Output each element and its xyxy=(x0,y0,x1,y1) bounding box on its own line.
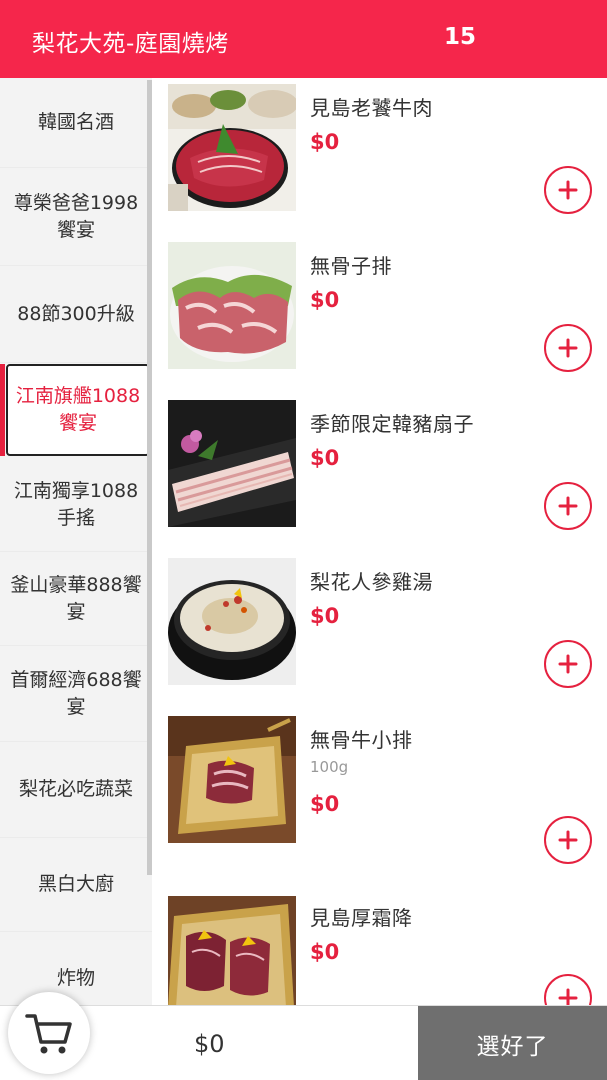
add-to-cart-button[interactable] xyxy=(544,166,592,214)
product-name: 季節限定韓豬扇子 xyxy=(310,412,474,436)
product-item[interactable]: 季節限定韓豬扇子 $0 xyxy=(152,394,607,552)
product-name: 見島老饕牛肉 xyxy=(310,96,433,120)
add-to-cart-button[interactable] xyxy=(544,482,592,530)
product-item[interactable]: 無骨牛小排 100g $0 xyxy=(152,710,607,888)
product-price: $0 xyxy=(310,604,340,628)
product-unit: 100g xyxy=(310,758,349,776)
plus-icon xyxy=(558,496,578,516)
restaurant-title: 梨花大苑-庭園燒烤 xyxy=(32,31,229,57)
cart-icon xyxy=(25,1014,72,1054)
ginseng-chicken-soup-photo xyxy=(168,558,296,685)
category-item[interactable]: 首爾經濟688饗宴 xyxy=(0,646,152,742)
product-name: 梨花人參雞湯 xyxy=(310,570,433,594)
plus-icon xyxy=(558,338,578,358)
category-item[interactable]: 尊榮爸爸1998饗宴 xyxy=(0,168,152,266)
plus-icon xyxy=(558,654,578,674)
boneless-short-rib-photo xyxy=(168,242,296,369)
plus-icon xyxy=(558,180,578,200)
category-label: 韓國名酒 xyxy=(37,111,114,133)
product-name: 無骨子排 xyxy=(310,254,392,278)
category-label: 黑白大廚 xyxy=(37,873,114,895)
product-price: $0 xyxy=(310,940,340,964)
product-price: $0 xyxy=(310,792,340,816)
category-label: 江南獨享1088手搖 xyxy=(13,479,139,529)
category-item[interactable]: 韓國名酒 xyxy=(0,78,152,168)
product-price: $0 xyxy=(310,130,340,154)
product-price: $0 xyxy=(310,446,340,470)
category-label: 梨花必吃蔬菜 xyxy=(18,778,133,800)
thick-marbled-beef-photo xyxy=(168,896,296,1005)
add-to-cart-button[interactable] xyxy=(544,640,592,688)
cart-total: $0 xyxy=(194,1030,225,1058)
active-category-marker xyxy=(0,364,5,456)
boneless-beef-rib-photo xyxy=(168,716,296,843)
pork-fan-slices-photo xyxy=(168,400,296,527)
product-item[interactable]: 梨花人參雞湯 $0 xyxy=(152,552,607,710)
category-sidebar[interactable]: 韓國名酒 尊榮爸爸1998饗宴 88節300升級 江南旗艦1088饗宴 江南獨享… xyxy=(0,78,152,1005)
category-label: 88節300升級 xyxy=(17,302,135,325)
top-bar: 梨花大苑-庭園燒烤 15 xyxy=(0,0,607,78)
category-item[interactable]: 梨花必吃蔬菜 xyxy=(0,742,152,838)
cart-button[interactable] xyxy=(8,992,90,1074)
category-label: 首爾經濟688饗宴 xyxy=(10,668,142,718)
category-label: 釜山豪華888饗宴 xyxy=(10,573,142,623)
add-to-cart-button[interactable] xyxy=(544,324,592,372)
category-item-active[interactable]: 江南旗艦1088饗宴 xyxy=(6,364,150,456)
bottom-bar: $0 選好了 xyxy=(0,992,607,1080)
beef-platter-photo xyxy=(168,84,296,211)
product-item[interactable]: 見島老饕牛肉 $0 xyxy=(152,78,607,236)
product-item[interactable]: 無骨子排 $0 xyxy=(152,236,607,394)
plus-icon xyxy=(558,988,578,1005)
category-item[interactable]: 88節300升級 xyxy=(0,266,152,363)
category-item[interactable]: 黑白大廚 xyxy=(0,838,152,932)
add-to-cart-button[interactable] xyxy=(544,816,592,864)
product-item[interactable]: 見島厚霜降 $0 xyxy=(152,888,607,1005)
plus-icon xyxy=(558,830,578,850)
category-label: 尊榮爸爸1998饗宴 xyxy=(13,191,139,241)
category-item[interactable]: 炸物 xyxy=(0,932,152,1005)
product-name: 無骨牛小排 xyxy=(310,728,413,752)
category-label: 江南旗艦1088饗宴 xyxy=(15,385,141,434)
table-number: 15 xyxy=(444,24,477,50)
add-to-cart-button[interactable] xyxy=(544,974,592,1005)
done-button[interactable]: 選好了 xyxy=(418,1006,607,1080)
product-price: $0 xyxy=(310,288,340,312)
product-name: 見島厚霜降 xyxy=(310,906,413,930)
category-label: 炸物 xyxy=(56,967,95,989)
product-list[interactable]: 見島老饕牛肉 $0 無骨子排 $0 季節限定韓豬扇子 $0 梨花人參雞湯 $0 … xyxy=(152,78,607,1005)
category-item[interactable]: 江南獨享1088手搖 xyxy=(0,458,152,552)
category-item[interactable]: 釜山豪華888饗宴 xyxy=(0,552,152,646)
